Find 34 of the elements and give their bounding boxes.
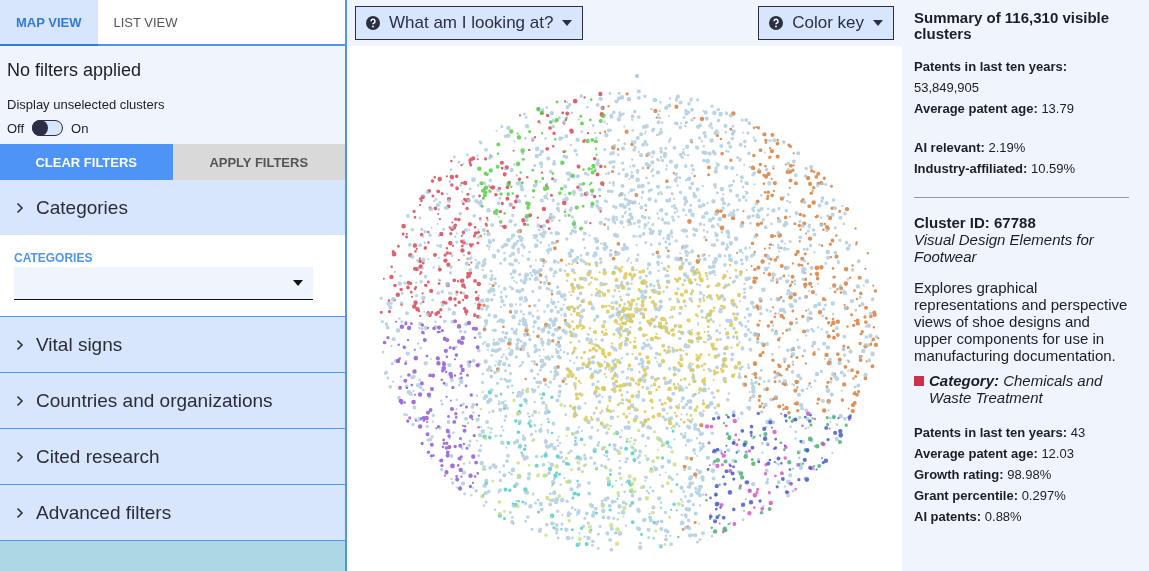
cluster-description: Explores graphical representations and perspective views of shoe designs and upper components for use in manufacturing documentation. <box>914 279 1129 364</box>
color-key-button[interactable]: Color key <box>758 6 894 40</box>
cluster-name: Visual Design Elements for Footwear <box>914 231 1095 265</box>
stat-line: Industry-affiliated: 10.59% <box>914 160 1077 178</box>
cluster-id: Cluster ID: 67788 <box>914 214 1037 231</box>
help-dropdown-button[interactable]: What am I looking at? <box>355 6 584 40</box>
chevron-icon <box>16 338 24 351</box>
chevron-icon <box>16 506 24 519</box>
caret-icon <box>562 20 573 26</box>
toggle-label: Display unselected clusters <box>7 97 166 112</box>
field-label: CATEGORIES <box>14 251 94 265</box>
summary-title: Summary of 116,310 visible clusters <box>914 10 1111 42</box>
category-line: Category: Chemicals and Waste Treatment <box>929 372 1104 406</box>
caret-icon <box>873 20 883 26</box>
stat-line: Growth rating: 98.98% <box>914 466 1053 484</box>
chevron-icon <box>16 450 24 463</box>
help-icon <box>366 16 380 30</box>
stat-line: Patents in last ten years: 43 <box>914 424 1087 442</box>
chevron-icon <box>16 201 24 214</box>
stat-line: Grant percentile: 0.297% <box>914 487 1067 505</box>
stat-line: AI patents: 0.88% <box>914 508 1023 526</box>
filter-status: No filters applied <box>7 60 143 81</box>
category-select[interactable] <box>14 267 313 300</box>
apply-filters-button[interactable]: APPLY FILTERS <box>172 144 345 180</box>
toggle-switch[interactable] <box>32 120 64 136</box>
help-icon <box>769 16 784 30</box>
caret-icon <box>293 280 303 286</box>
chevron-icon <box>16 394 24 407</box>
off-label: Off <box>7 120 25 136</box>
stat-line: Average patent age: 12.03 <box>914 445 1075 463</box>
stat-line: Average patent age: 13.79 <box>914 100 1075 118</box>
on-label: On <box>71 120 89 136</box>
stat-line: AI relevant: 2.19% <box>914 139 1027 157</box>
stat-line: Patents in last ten years: 53,849,905 <box>914 58 1069 97</box>
